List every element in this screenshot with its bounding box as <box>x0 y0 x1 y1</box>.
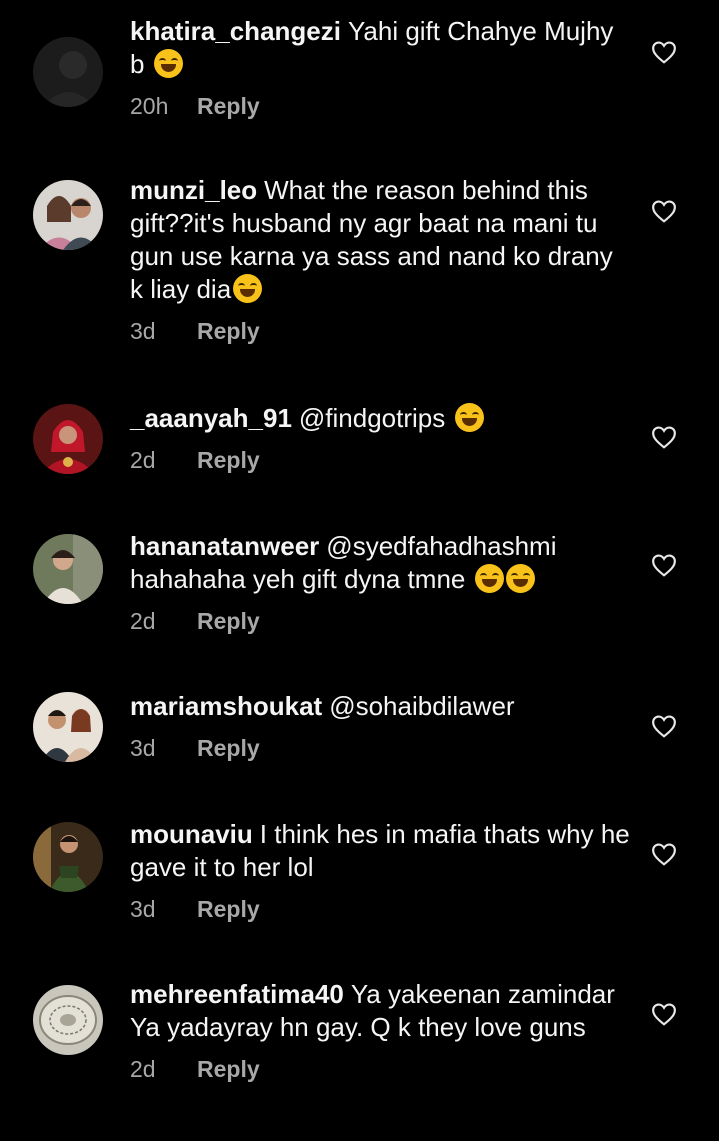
reply-button[interactable]: Reply <box>197 447 260 473</box>
comment-username[interactable]: _aaanyah_91 <box>130 403 292 433</box>
avatar[interactable] <box>33 985 103 1055</box>
heart-outline-icon[interactable] <box>651 714 677 738</box>
comment-time: 2d <box>130 447 156 473</box>
comment-meta: 20h Reply <box>130 91 630 121</box>
comment-time: 3d <box>130 735 156 761</box>
rolling-laughing-emoji-icon <box>474 564 504 593</box>
comment-meta: 2d Reply <box>130 1054 630 1084</box>
comment-username[interactable]: mounaviu <box>130 819 253 849</box>
comment-time: 20h <box>130 93 169 119</box>
comment-username[interactable]: mehreenfatima40 <box>130 979 344 1009</box>
comment-username[interactable]: khatira_changezi <box>130 16 341 46</box>
comment-text: _aaanyah_91 @findgotrips <box>130 402 630 435</box>
comment-username[interactable]: munzi_leo <box>130 175 257 205</box>
comment-time: 3d <box>130 896 156 922</box>
comment-body: _aaanyah_91 @findgotrips 2d Reply <box>130 402 630 475</box>
comment-text: mehreenfatima40 Ya yakeenan zamindar Ya y… <box>130 978 630 1044</box>
reply-button[interactable]: Reply <box>197 896 260 922</box>
avatar[interactable] <box>33 404 103 474</box>
laughing-tears-emoji-icon <box>454 403 484 432</box>
comment-text: hananatanweer @syedfahadhashmi hahahaha y… <box>130 530 630 596</box>
reply-button[interactable]: Reply <box>197 735 260 761</box>
comment-meta: 2d Reply <box>130 445 630 475</box>
comment-time: 2d <box>130 1056 156 1082</box>
avatar[interactable] <box>33 180 103 250</box>
comment-username[interactable]: mariamshoukat <box>130 691 322 721</box>
heart-outline-icon[interactable] <box>651 40 677 64</box>
avatar[interactable] <box>33 534 103 604</box>
heart-outline-icon[interactable] <box>651 553 677 577</box>
comment-time: 2d <box>130 608 156 634</box>
avatar[interactable] <box>33 37 103 107</box>
avatar[interactable] <box>33 822 103 892</box>
comment-text: mounaviu I think hes in mafia thats why h… <box>130 818 630 884</box>
reply-button[interactable]: Reply <box>197 93 260 119</box>
comment-body: mehreenfatima40 Ya yakeenan zamindar Ya y… <box>130 978 630 1084</box>
heart-outline-icon[interactable] <box>651 842 677 866</box>
heart-outline-icon[interactable] <box>651 199 677 223</box>
rolling-laughing-emoji-icon <box>505 564 535 593</box>
laughing-tears-emoji-icon <box>233 274 263 303</box>
comment-body: khatira_changezi Yahi gift Chahye Mujhy b… <box>130 15 630 121</box>
comment-time: 3d <box>130 318 156 344</box>
comment-body: mounaviu I think hes in mafia thats why h… <box>130 818 630 924</box>
heart-outline-icon[interactable] <box>651 425 677 449</box>
comment-message: @findgotrips <box>298 403 446 433</box>
comment-username[interactable]: hananatanweer <box>130 531 319 561</box>
comment-text: munzi_leo What the reason behind this gif… <box>130 174 630 306</box>
reply-button[interactable]: Reply <box>197 318 260 344</box>
comment-body: mariamshoukat @sohaibdilawer 3d Reply <box>130 690 630 763</box>
comment-text: mariamshoukat @sohaibdilawer <box>130 690 630 723</box>
comment-text: khatira_changezi Yahi gift Chahye Mujhy b <box>130 15 630 81</box>
comment-message: @sohaibdilawer <box>329 691 515 721</box>
comment-meta: 3d Reply <box>130 894 630 924</box>
comment-meta: 2d Reply <box>130 606 630 636</box>
comment-meta: 3d Reply <box>130 316 630 346</box>
reply-button[interactable]: Reply <box>197 1056 260 1082</box>
reply-button[interactable]: Reply <box>197 608 260 634</box>
heart-outline-icon[interactable] <box>651 1002 677 1026</box>
avatar[interactable] <box>33 692 103 762</box>
laughing-emoji-icon <box>153 49 183 78</box>
comment-meta: 3d Reply <box>130 733 630 763</box>
comment-body: munzi_leo What the reason behind this gif… <box>130 174 630 346</box>
comment-body: hananatanweer @syedfahadhashmi hahahaha y… <box>130 530 630 636</box>
